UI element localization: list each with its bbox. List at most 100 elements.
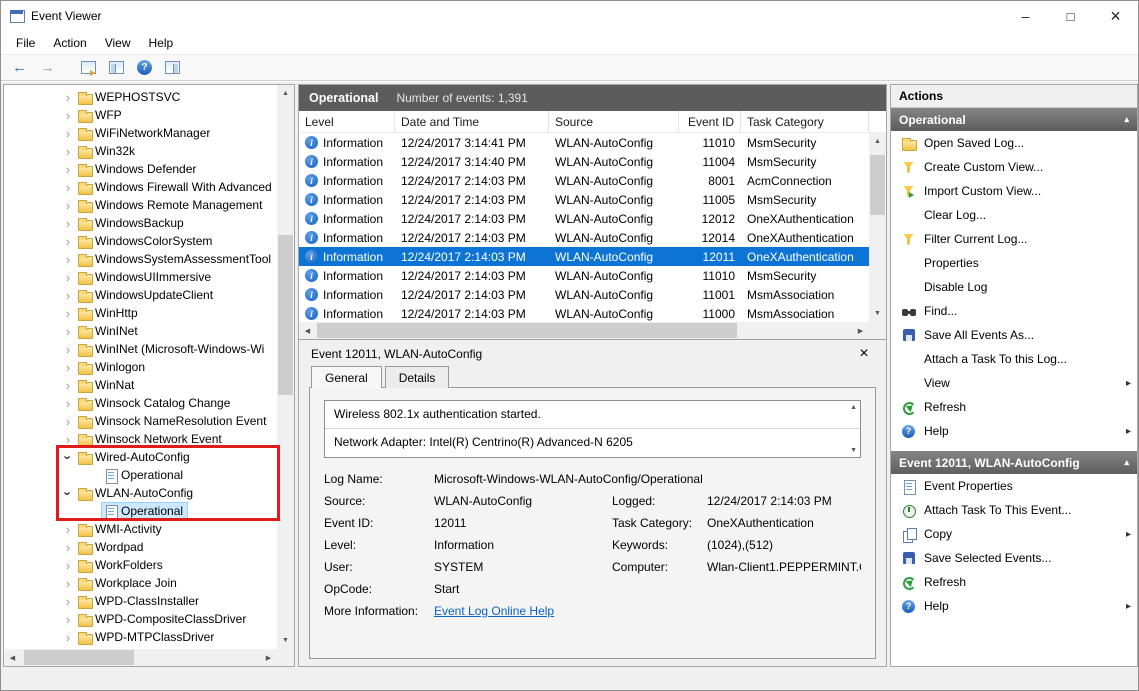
action-item[interactable]: Save All Events As... — [891, 323, 1137, 347]
action-item[interactable]: Help — [891, 594, 1137, 618]
scroll-thumb[interactable] — [24, 650, 134, 665]
event-log-online-help-link[interactable]: Event Log Online Help — [434, 604, 554, 618]
action-item[interactable]: Attach Task To This Event... — [891, 498, 1137, 522]
list-horizontal-scrollbar[interactable] — [299, 322, 869, 339]
scroll-down-icon[interactable] — [277, 632, 294, 649]
tree-horizontal-scrollbar[interactable] — [4, 649, 277, 666]
tree-item[interactable]: WindowsBackup — [4, 214, 277, 232]
tree-item[interactable]: Winsock Catalog Change — [4, 394, 277, 412]
chevron-icon[interactable] — [60, 522, 76, 537]
menu-item[interactable]: Action — [44, 33, 95, 53]
tree-item[interactable]: WindowsUpdateClient — [4, 286, 277, 304]
chevron-icon[interactable] — [60, 90, 76, 105]
tree-item[interactable]: Winsock NameResolution Event — [4, 412, 277, 430]
scroll-up-icon[interactable] — [850, 404, 857, 411]
menu-item[interactable]: Help — [140, 33, 183, 53]
chevron-icon[interactable] — [60, 144, 76, 159]
chevron-icon[interactable] — [60, 324, 76, 339]
column-header-event-id[interactable]: Event ID — [679, 111, 741, 132]
scroll-down-icon[interactable] — [869, 305, 886, 322]
chevron-icon[interactable] — [60, 396, 76, 411]
action-item[interactable]: Event Properties — [891, 474, 1137, 498]
actions-section-header-operational[interactable]: Operational — [891, 108, 1137, 131]
menu-item[interactable]: View — [96, 33, 140, 53]
maximize-icon[interactable] — [1048, 1, 1093, 31]
chevron-icon[interactable] — [60, 612, 76, 627]
chevron-icon[interactable] — [60, 432, 76, 447]
column-header-task-category[interactable]: Task Category — [741, 111, 869, 132]
chevron-icon[interactable] — [60, 558, 76, 573]
tree-item[interactable]: Winsock Network Event — [4, 430, 277, 448]
action-item[interactable]: Filter Current Log... — [891, 227, 1137, 251]
tree-item[interactable]: WPD-ClassInstaller — [4, 592, 277, 610]
action-item[interactable]: Refresh — [891, 395, 1137, 419]
action-item[interactable]: Import Custom View... — [891, 179, 1137, 203]
scroll-down-icon[interactable] — [850, 447, 857, 454]
event-row[interactable]: Information 12/24/2017 2:14:03 PM WLAN-A… — [299, 304, 869, 322]
actions-section-header-event[interactable]: Event 12011, WLAN-AutoConfig — [891, 451, 1137, 474]
collapse-icon[interactable] — [1124, 457, 1129, 468]
scroll-left-icon[interactable] — [299, 322, 316, 339]
tree-item[interactable]: WorkFolders — [4, 556, 277, 574]
column-header-date[interactable]: Date and Time — [395, 111, 549, 132]
tab[interactable]: Details — [385, 366, 450, 388]
tree-item[interactable]: WinHttp — [4, 304, 277, 322]
chevron-icon[interactable] — [60, 486, 76, 501]
event-row[interactable]: Information 12/24/2017 3:14:41 PM WLAN-A… — [299, 133, 869, 152]
tab[interactable]: General — [311, 366, 382, 388]
action-pane-icon[interactable] — [160, 57, 185, 79]
scroll-thumb[interactable] — [278, 235, 293, 395]
chevron-icon[interactable] — [60, 126, 76, 141]
close-preview-icon[interactable] — [854, 345, 874, 363]
chevron-icon[interactable] — [60, 576, 76, 591]
scroll-thumb[interactable] — [870, 155, 885, 215]
console-tree-icon[interactable] — [104, 57, 129, 79]
action-item[interactable]: Properties — [891, 251, 1137, 275]
event-row[interactable]: Information 12/24/2017 2:14:03 PM WLAN-A… — [299, 266, 869, 285]
tree-item[interactable]: WLAN-AutoConfig — [4, 484, 277, 502]
scroll-up-icon[interactable] — [277, 85, 294, 102]
minimize-icon[interactable] — [1003, 1, 1048, 31]
action-item[interactable]: Help — [891, 419, 1137, 443]
chevron-icon[interactable] — [60, 108, 76, 123]
action-item[interactable]: Open Saved Log... — [891, 131, 1137, 155]
column-header-level[interactable]: Level — [299, 111, 395, 132]
chevron-icon[interactable] — [60, 378, 76, 393]
event-row[interactable]: Information 12/24/2017 2:14:03 PM WLAN-A… — [299, 285, 869, 304]
tree-item[interactable]: Operational — [4, 502, 277, 520]
chevron-icon[interactable] — [60, 234, 76, 249]
chevron-icon[interactable] — [60, 270, 76, 285]
tree-item[interactable]: Windows Firewall With Advanced — [4, 178, 277, 196]
action-item[interactable]: Clear Log... — [891, 203, 1137, 227]
list-vertical-scrollbar[interactable] — [869, 133, 886, 322]
tree-item[interactable]: WPD-MTPClassDriver — [4, 628, 277, 646]
action-item[interactable]: Save Selected Events... — [891, 546, 1137, 570]
tree-item[interactable]: WMI-Activity — [4, 520, 277, 538]
scroll-thumb[interactable] — [317, 323, 737, 338]
tree-item[interactable]: Win32k — [4, 142, 277, 160]
chevron-icon[interactable] — [60, 630, 76, 645]
scroll-right-icon[interactable] — [852, 322, 869, 339]
forward-icon[interactable] — [35, 57, 60, 79]
tree-item[interactable]: Windows Remote Management — [4, 196, 277, 214]
collapse-icon[interactable] — [1124, 114, 1129, 125]
chevron-icon[interactable] — [60, 450, 76, 465]
tree-item[interactable]: Wordpad — [4, 538, 277, 556]
chevron-icon[interactable] — [60, 540, 76, 555]
chevron-icon[interactable] — [60, 360, 76, 375]
scroll-up-icon[interactable] — [869, 133, 886, 150]
back-icon[interactable] — [7, 57, 32, 79]
tree-item[interactable]: Wired-AutoConfig — [4, 448, 277, 466]
tree-item[interactable]: WiFiNetworkManager — [4, 124, 277, 142]
action-item[interactable]: Create Custom View... — [891, 155, 1137, 179]
event-row[interactable]: Information 12/24/2017 2:14:03 PM WLAN-A… — [299, 247, 869, 266]
chevron-icon[interactable] — [60, 288, 76, 303]
chevron-icon[interactable] — [60, 180, 76, 195]
action-item[interactable]: Copy — [891, 522, 1137, 546]
tree-item[interactable]: WinINet — [4, 322, 277, 340]
tree-item[interactable]: WindowsSystemAssessmentTool — [4, 250, 277, 268]
event-row[interactable]: Information 12/24/2017 2:14:03 PM WLAN-A… — [299, 209, 869, 228]
event-row[interactable]: Information 12/24/2017 2:14:03 PM WLAN-A… — [299, 171, 869, 190]
event-row[interactable]: Information 12/24/2017 3:14:40 PM WLAN-A… — [299, 152, 869, 171]
chevron-icon[interactable] — [60, 306, 76, 321]
